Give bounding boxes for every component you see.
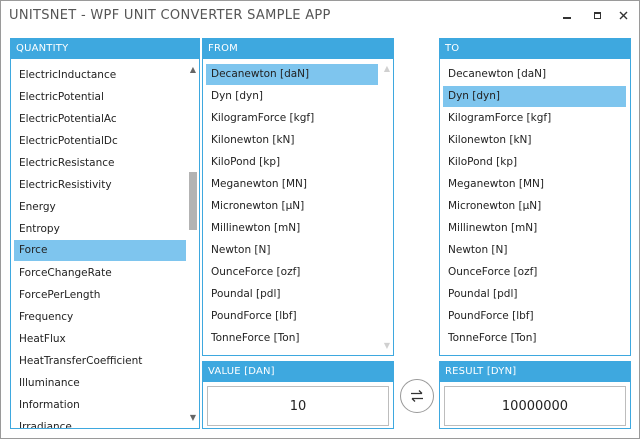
from-item[interactable]: Millinewton [mN] <box>206 218 378 239</box>
quantity-item[interactable]: ElectricInductance <box>14 65 184 86</box>
to-item[interactable]: OunceForce [ozf] <box>443 262 626 283</box>
quantity-item[interactable]: Illuminance <box>14 373 184 394</box>
close-button[interactable] <box>612 4 634 26</box>
to-item[interactable]: Millinewton [mN] <box>443 218 626 239</box>
result-panel: RESULT [DYN] 10000000 <box>439 361 631 429</box>
value-input[interactable]: 10 <box>207 386 389 426</box>
from-header: FROM <box>203 39 393 59</box>
quantity-item[interactable]: ElectricResistivity <box>14 175 184 196</box>
from-item[interactable]: Poundal [pdl] <box>206 284 378 305</box>
from-item[interactable]: Newton [N] <box>206 240 378 261</box>
from-item[interactable]: Kilonewton [kN] <box>206 130 378 151</box>
to-list: Decanewton [daN] Dyn [dyn] KilogramForce… <box>440 59 630 355</box>
to-item[interactable]: Decanewton [daN] <box>443 64 626 85</box>
to-item[interactable]: TonneForce [Ton] <box>443 328 626 349</box>
to-header: TO <box>440 39 630 59</box>
from-item[interactable]: OunceForce [ozf] <box>206 262 378 283</box>
quantity-scrollbar[interactable]: ▲ ▼ <box>187 59 199 428</box>
from-item[interactable]: TonneForce [Ton] <box>206 328 378 349</box>
swap-button[interactable] <box>400 379 434 413</box>
quantity-item[interactable]: Frequency <box>14 307 184 328</box>
quantity-panel: QUANTITY ElectricInductance ElectricPote… <box>10 38 200 429</box>
quantity-item[interactable]: ElectricPotentialDc <box>14 131 184 152</box>
scroll-thumb[interactable] <box>189 172 197 230</box>
to-item[interactable]: PoundForce [lbf] <box>443 306 626 327</box>
from-panel: FROM Decanewton [daN] Dyn [dyn] Kilogram… <box>202 38 394 356</box>
minimize-button[interactable] <box>556 4 578 26</box>
minimize-icon <box>563 17 571 19</box>
quantity-item[interactable]: HeatTransferCoefficient <box>14 351 184 372</box>
from-item[interactable]: Micronewton [µN] <box>206 196 378 217</box>
chevron-up-icon[interactable]: ▲ <box>382 64 392 74</box>
from-item[interactable]: Meganewton [MN] <box>206 174 378 195</box>
quantity-item-selected[interactable]: Force <box>14 240 186 261</box>
from-item[interactable]: KilogramForce [kgf] <box>206 108 378 129</box>
quantity-item[interactable]: ElectricPotentialAc <box>14 109 184 130</box>
quantity-item[interactable]: Energy <box>14 197 184 218</box>
from-scrollbar[interactable]: ▲ ▼ <box>381 59 393 355</box>
window-title: UNITSNET - WPF UNIT CONVERTER SAMPLE APP <box>9 8 331 23</box>
result-output: 10000000 <box>444 386 626 426</box>
title-bar[interactable]: UNITSNET - WPF UNIT CONVERTER SAMPLE APP <box>1 1 639 31</box>
close-icon <box>619 11 627 19</box>
from-item-selected[interactable]: Decanewton [daN] <box>206 64 378 85</box>
app-window: UNITSNET - WPF UNIT CONVERTER SAMPLE APP… <box>0 0 640 439</box>
to-item-selected[interactable]: Dyn [dyn] <box>443 86 626 107</box>
to-item[interactable]: Poundal [pdl] <box>443 284 626 305</box>
maximize-icon <box>593 11 601 19</box>
chevron-down-icon[interactable]: ▼ <box>188 413 198 423</box>
quantity-item[interactable]: ElectricResistance <box>14 153 184 174</box>
to-item[interactable]: Kilonewton [kN] <box>443 130 626 151</box>
value-header: VALUE [DAN] <box>203 362 393 382</box>
quantity-item[interactable]: HeatFlux <box>14 329 184 350</box>
from-item[interactable]: Dyn [dyn] <box>206 86 378 107</box>
to-item[interactable]: KilogramForce [kgf] <box>443 108 626 129</box>
chevron-down-icon[interactable]: ▼ <box>382 341 392 351</box>
quantity-item[interactable]: ForceChangeRate <box>14 263 184 284</box>
value-panel: VALUE [DAN] 10 <box>202 361 394 429</box>
to-item[interactable]: Meganewton [MN] <box>443 174 626 195</box>
chevron-up-icon[interactable]: ▲ <box>188 65 198 75</box>
quantity-item[interactable]: ElectricPotential <box>14 87 184 108</box>
swap-arrows-icon <box>411 390 423 402</box>
result-header: RESULT [DYN] <box>440 362 630 382</box>
quantity-item[interactable]: Entropy <box>14 219 184 240</box>
quantity-item[interactable]: Irradiance <box>14 417 184 428</box>
from-list: Decanewton [daN] Dyn [dyn] KilogramForce… <box>203 59 393 355</box>
maximize-button[interactable] <box>586 4 608 26</box>
from-item[interactable]: KiloPond [kp] <box>206 152 378 173</box>
to-item[interactable]: Newton [N] <box>443 240 626 261</box>
to-panel: TO Decanewton [daN] Dyn [dyn] KilogramFo… <box>439 38 631 356</box>
to-item[interactable]: KiloPond [kp] <box>443 152 626 173</box>
to-item[interactable]: Micronewton [µN] <box>443 196 626 217</box>
quantity-header: QUANTITY <box>11 39 199 59</box>
quantity-item[interactable]: ForcePerLength <box>14 285 184 306</box>
quantity-item[interactable]: Information <box>14 395 184 416</box>
from-item[interactable]: PoundForce [lbf] <box>206 306 378 327</box>
quantity-list: ElectricInductance ElectricPotential Ele… <box>11 59 199 428</box>
